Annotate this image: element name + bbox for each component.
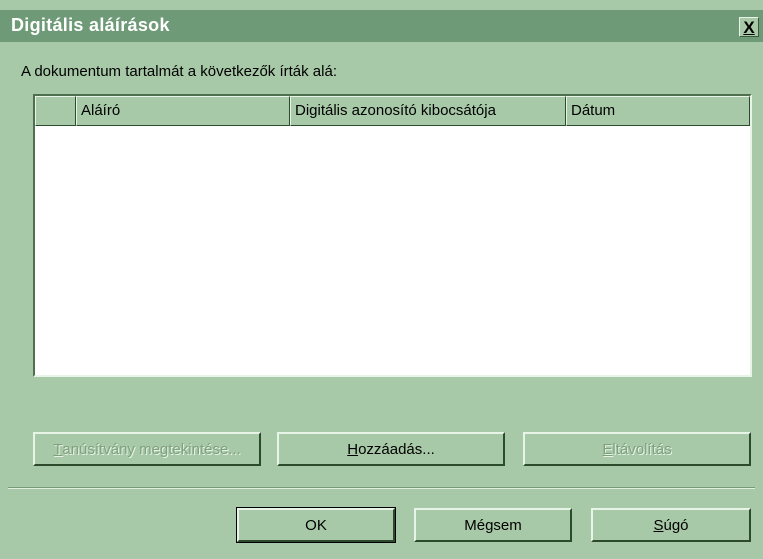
add-label: ozzáadás... xyxy=(358,440,435,458)
button-separator xyxy=(8,487,755,489)
signatures-list[interactable]: Aláíró Digitális azonosító kibocsátója D… xyxy=(33,94,752,377)
view-certificate-button[interactable]: Tanúsítvány megtekintése... xyxy=(33,432,261,466)
view-certificate-accel: T xyxy=(53,440,63,458)
dialog-title: Digitális aláírások xyxy=(11,15,170,35)
help-accel: S xyxy=(653,516,664,534)
ok-button[interactable]: OK xyxy=(236,507,396,543)
add-accel: H xyxy=(347,440,359,458)
column-header-signer[interactable]: Aláíró xyxy=(76,96,290,126)
ok-label: OK xyxy=(305,516,327,534)
remove-label: ltávolítás xyxy=(612,440,672,458)
remove-button[interactable]: Eltávolítás xyxy=(523,432,751,466)
column-header-icon[interactable] xyxy=(35,96,76,126)
cancel-label: Mégsem xyxy=(464,516,522,534)
digital-signatures-dialog: Digitális aláírások X A dokumentum tarta… xyxy=(0,0,763,559)
remove-accel: E xyxy=(602,440,613,458)
close-button[interactable]: X xyxy=(739,17,759,37)
close-icon: X xyxy=(743,17,755,37)
cancel-button[interactable]: Mégsem xyxy=(414,508,572,542)
signers-prompt-label: A dokumentum tartalmát a következők írtá… xyxy=(21,63,337,80)
list-header: Aláíró Digitális azonosító kibocsátója D… xyxy=(35,96,750,126)
add-button[interactable]: Hozzáadás... xyxy=(277,432,505,466)
view-certificate-label: anúsítvány megtekintése... xyxy=(62,440,241,458)
help-label: úgó xyxy=(663,516,689,534)
help-button[interactable]: Súgó xyxy=(591,508,751,542)
column-header-date[interactable]: Dátum xyxy=(566,96,750,126)
column-header-issuer[interactable]: Digitális azonosító kibocsátója xyxy=(290,96,566,126)
title-bar[interactable]: Digitális aláírások X xyxy=(0,10,763,42)
